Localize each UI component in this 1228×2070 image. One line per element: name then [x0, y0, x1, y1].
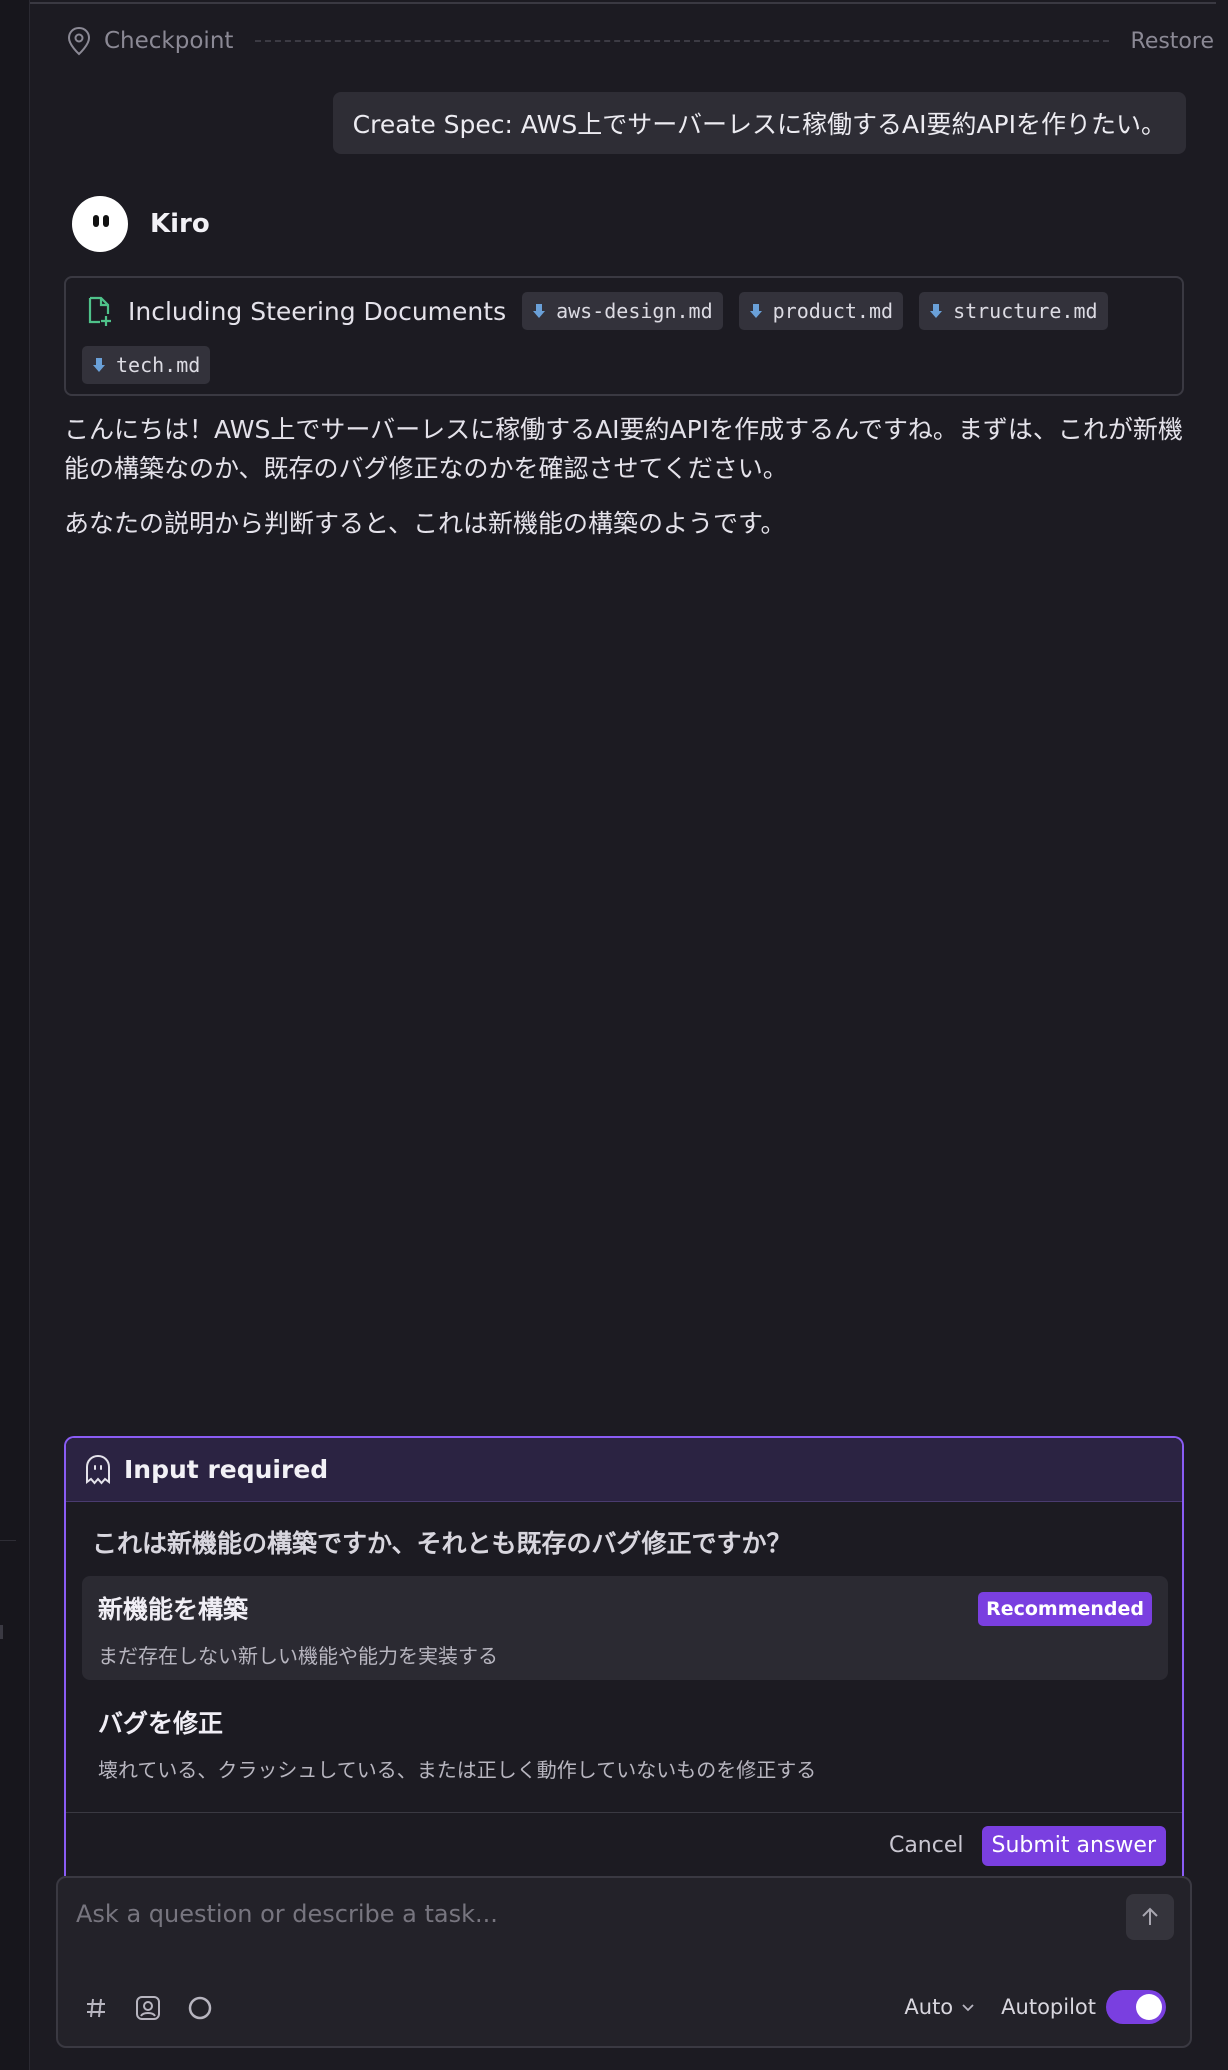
hash-icon[interactable] [82, 1994, 110, 2022]
steering-file-chip[interactable]: structure.md [919, 292, 1108, 330]
top-divider [30, 2, 1216, 4]
steering-file-chip[interactable]: aws-design.md [522, 292, 723, 330]
input-required-footer: Cancel Submit answer [66, 1812, 1182, 1876]
restore-button[interactable]: Restore [1131, 29, 1214, 54]
chevron-down-icon [962, 2004, 974, 2012]
submit-answer-button[interactable]: Submit answer [981, 1825, 1166, 1866]
avatar-eye-left [93, 215, 99, 227]
answer-paragraph: あなたの説明から判断すると、これは新機能の構築のようです。 [64, 509, 786, 538]
chat-pane: Checkpoint Restore Create Spec: AWS上でサーバ… [30, 0, 1228, 2070]
autopilot-toggle[interactable] [1106, 1990, 1166, 2024]
assistant-header: Kiro [72, 196, 210, 252]
download-arrow-icon [533, 304, 546, 318]
download-arrow-icon [930, 304, 943, 318]
user-message-bubble: Create Spec: AWS上でサーバーレスに稼働するAI要約APIを作りた… [332, 92, 1186, 154]
assistant-name: Kiro [150, 209, 210, 239]
steering-title: Including Steering Documents [128, 296, 507, 326]
gutter-marker [0, 1625, 3, 1639]
option-fix-bug[interactable]: バグを修正 壊れている、クラッシュしている、または正しく動作していないものを修正… [82, 1690, 1168, 1794]
toggle-knob [1136, 1994, 1162, 2020]
input-required-title: Input required [124, 1455, 329, 1484]
option-new-feature[interactable]: 新機能を構築 まだ存在しない新しい機能や能力を実装する Recommended [82, 1576, 1168, 1680]
loading-ring-icon[interactable] [186, 1994, 214, 2022]
gutter-divider [0, 1540, 16, 1541]
send-arrow-icon [1142, 1907, 1158, 1925]
option-description: 壊れている、クラッシュしている、または正しく動作していないものを修正する [98, 1758, 817, 1782]
kiro-ghost-avatar [72, 196, 128, 252]
assistant-answer: こんにちは！AWS上でサーバーレスに稼働するAI要約APIを作成するんですね。ま… [64, 410, 1194, 543]
autopilot-label: Autopilot [1001, 1995, 1096, 2019]
steering-file-chip[interactable]: product.md [738, 292, 904, 330]
cancel-button[interactable]: Cancel [889, 1833, 964, 1858]
checkpoint-row: Checkpoint Restore [66, 22, 1214, 60]
answer-paragraph: こんにちは！AWS上でサーバーレスに稼働するAI要約APIを作成するんですね。ま… [64, 415, 1183, 483]
download-arrow-icon [749, 304, 762, 318]
steering-documents-box: Including Steering Documents aws-design.… [64, 276, 1184, 396]
mode-select[interactable]: Auto [904, 1995, 975, 2019]
send-button[interactable] [1126, 1894, 1174, 1940]
input-toolbar [82, 1994, 238, 2022]
file-plus-icon [88, 296, 111, 326]
chat-input-box[interactable]: Ask a question or describe a task... Aut… [56, 1876, 1192, 2048]
ghost-icon [86, 1454, 110, 1485]
steering-file-chip[interactable]: tech.md [82, 346, 211, 384]
checkpoint-label: Checkpoint [104, 28, 234, 54]
chat-input-placeholder[interactable]: Ask a question or describe a task... [76, 1900, 498, 1928]
option-description: まだ存在しない新しい機能や能力を実装する [98, 1644, 498, 1668]
mode-label: Auto [904, 1995, 954, 2019]
input-required-panel: Input required これは新機能の構築ですか、それとも既存のバグ修正で… [64, 1436, 1184, 1876]
download-arrow-icon [93, 358, 105, 372]
input-required-header: Input required [66, 1438, 1182, 1502]
input-question: これは新機能の構築ですか、それとも既存のバグ修正ですか？ [92, 1529, 792, 1558]
input-right-controls: Auto Autopilot [904, 1990, 1166, 2024]
option-title: バグを修正 [98, 1709, 224, 1738]
location-pin-icon [67, 26, 91, 56]
image-icon[interactable] [134, 1994, 162, 2022]
recommended-badge: Recommended [978, 1592, 1152, 1626]
checkpoint-dashed-line [255, 40, 1109, 42]
left-gutter [0, 0, 30, 2070]
avatar-eye-right [103, 215, 109, 227]
